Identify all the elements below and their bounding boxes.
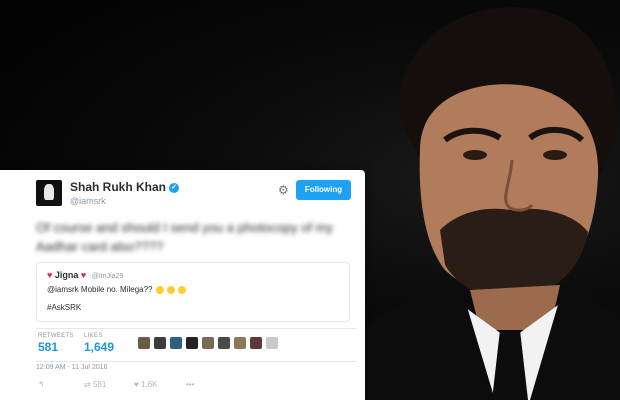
likes-label: LIKES [84, 333, 103, 339]
liker-avatar[interactable] [234, 337, 246, 349]
likes-value: 1,649 [84, 340, 115, 354]
quoted-text: @iamsrk Mobile no. Milega?? [47, 285, 187, 294]
emoji-icon [155, 285, 164, 294]
like-count: 1.6K [140, 380, 158, 389]
emoji-icon [178, 285, 187, 294]
liker-avatar[interactable] [202, 337, 214, 349]
reply-icon[interactable]: ↰ [38, 380, 45, 389]
liker-avatar[interactable] [250, 337, 262, 349]
tweet-card: Shah Rukh Khan ✓ @iamsrk ⚙ Following Of c… [0, 170, 365, 400]
liker-avatar[interactable] [154, 337, 166, 349]
retweets-stat[interactable]: RETWEETS 581 [38, 333, 74, 354]
retweets-value: 581 [38, 340, 59, 354]
gear-icon[interactable]: ⚙ [278, 183, 289, 197]
author-handle[interactable]: @iamsrk [70, 196, 106, 206]
quoted-hashtag[interactable]: #AskSRK [47, 303, 81, 312]
avatar-image[interactable] [36, 180, 62, 206]
liker-avatar[interactable] [186, 337, 198, 349]
retweet-icon: ⇄ [84, 380, 91, 389]
quoted-tweet[interactable]: ♥ Jigna ♥ @ImJia29 @iamsrk Mobile no. Mi… [36, 262, 350, 322]
liker-avatar[interactable] [218, 337, 230, 349]
heart-icon: ♥ [47, 270, 53, 280]
quoted-text-body: @iamsrk Mobile no. Milega?? [47, 285, 153, 294]
quoted-name: Jigna [54, 270, 79, 280]
retweet-action[interactable]: ⇄ 581 [84, 380, 106, 389]
heart-icon: ♥ [80, 270, 87, 280]
verified-icon: ✓ [169, 182, 180, 193]
tweet-text-blurred: Of course and should I send you a photoc… [36, 220, 334, 254]
retweets-label: RETWEETS [38, 333, 74, 339]
quoted-handle: @ImJia29 [91, 273, 124, 280]
person-photo [360, 7, 620, 400]
emoji-icon [166, 285, 175, 294]
following-button[interactable]: Following [296, 180, 351, 200]
liker-avatar[interactable] [170, 337, 182, 349]
author-name[interactable]: Shah Rukh Khan ✓ [70, 180, 180, 194]
likes-stat[interactable]: LIKES 1,649 [84, 333, 114, 354]
tweet-stats: RETWEETS 581 LIKES 1,649 [36, 328, 356, 362]
like-icon: ♥ [134, 380, 139, 389]
tweet-timestamp[interactable]: 12:09 AM - 11 Jul 2016 [36, 364, 107, 371]
more-icon[interactable]: ••• [186, 380, 194, 389]
liker-avatar[interactable] [138, 337, 150, 349]
author-name-text[interactable]: Shah Rukh Khan [70, 180, 166, 194]
quoted-author: ♥ Jigna ♥ @ImJia29 [47, 270, 123, 280]
meme-image: Shah Rukh Khan ✓ @iamsrk ⚙ Following Of c… [0, 0, 620, 400]
liker-avatar[interactable] [266, 337, 278, 349]
like-action[interactable]: ♥ 1.6K [134, 380, 157, 389]
tweet-actions: ↰ ⇄ 581 ♥ 1.6K ••• [36, 380, 356, 394]
retweet-count: 581 [92, 380, 107, 389]
